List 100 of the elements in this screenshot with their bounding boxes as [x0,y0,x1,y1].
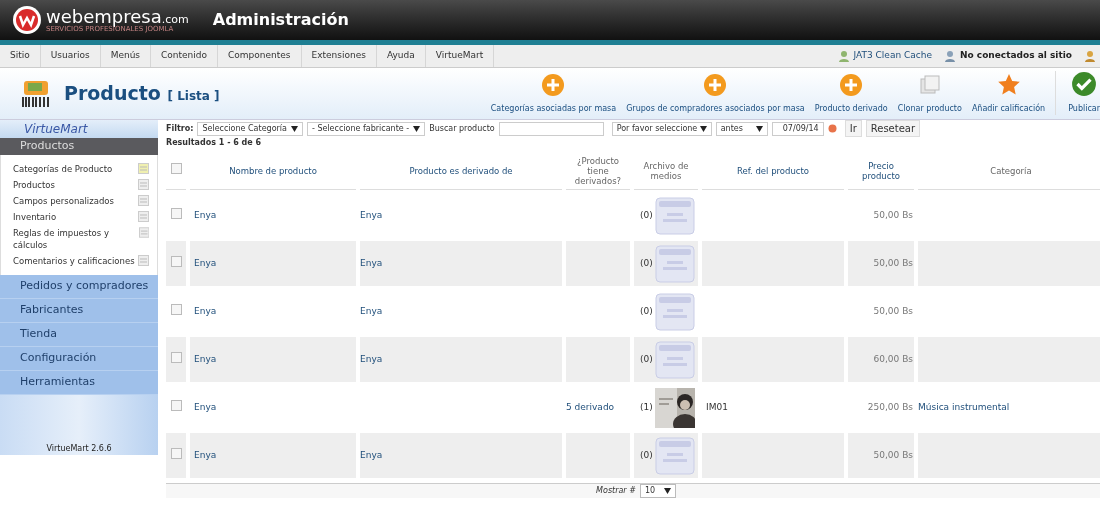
column-header[interactable]: Ref. del producto [702,152,844,190]
image-placeholder-icon [654,340,695,379]
search-field[interactable] [498,121,604,136]
page-title: Producto [ Lista ] [64,81,220,107]
toolbar-button[interactable]: Clonar producto [897,73,962,115]
sidebar-item[interactable]: Categorías de Producto [13,162,113,175]
toolbar-button[interactable]: Categorías asociadas por masa [490,73,617,115]
media-count: (0) [640,208,653,222]
sidebar-section[interactable]: Configuración [0,346,158,371]
column-header[interactable]: Categoría [918,152,1100,190]
toolbar-button[interactable]: Publicar [1055,71,1100,115]
go-button[interactable]: Ir [844,120,862,137]
sidebar-item[interactable]: Comentarios y calificaciones [13,254,135,267]
sidebar-item[interactable]: Inventario [13,210,57,223]
column-header[interactable]: Nombre de producto [190,152,356,190]
sidebar-section[interactable]: Herramientas [0,370,158,395]
clear-icon[interactable] [827,124,837,133]
menu-item[interactable]: Usuarios [40,45,101,67]
toolbar-button[interactable]: Añadir calificación [971,73,1046,115]
checkbox[interactable] [170,207,182,219]
list-icon [138,254,149,266]
menu-item[interactable]: Menús [100,45,152,67]
list-icon [138,162,149,174]
page-size-select[interactable]: 10 [639,484,676,498]
price-cell: 60,00 Bs [848,337,914,382]
media-count: (1) [640,400,653,414]
checkmark-icon [1071,71,1098,97]
menu-item[interactable]: Ayuda [376,45,426,67]
toolbar-button[interactable]: Producto derivado [814,73,888,115]
menu-item[interactable]: Sitio [0,45,41,67]
checkbox[interactable] [170,255,182,267]
results-count: Resultados 1 - 6 de 6 [166,137,263,149]
sidebar-section[interactable]: Fabricantes [0,298,158,323]
brand-name: webempresa.com [46,7,189,26]
manufacturer-select[interactable]: - Seleccione fabricante - [306,121,426,136]
checkbox[interactable] [170,351,182,363]
menu-item[interactable]: VirtueMart [425,45,495,67]
user-icon [1084,50,1096,62]
users-online-status: No conectados al sitio [960,49,1072,63]
list-icon [138,178,149,190]
sidebar-section[interactable]: Pedidos y compradores [0,274,158,299]
filter-label: Filtro: [166,122,194,135]
plus-icon [839,73,864,97]
checkbox[interactable] [170,447,182,459]
sidebar-item[interactable]: Productos [13,178,55,191]
user-icon [944,50,956,62]
caret-icon [699,125,707,132]
sidebar-item[interactable]: Reglas de impuestos y cálculos [13,226,139,251]
menu-item[interactable]: Componentes [218,45,302,67]
image-placeholder-icon [654,292,695,331]
derived-from-cell[interactable]: Enya [360,433,562,478]
sidebar-item[interactable]: Campos personalizados [13,194,114,207]
sidebar-section[interactable]: Tienda [0,322,158,347]
derived-from-cell[interactable]: Enya [360,337,562,382]
logo-icon [12,5,42,35]
list-icon [138,194,149,206]
product-name-cell[interactable]: Enya [190,337,356,382]
price-cell: 50,00 Bs [848,241,914,286]
search-label: Buscar producto [429,122,495,135]
product-name-cell[interactable]: Enya [190,241,356,286]
caret-icon [290,125,298,132]
product-name-cell[interactable]: Enya [190,433,356,478]
column-header[interactable]: Precio producto [848,152,914,190]
barcode-box-icon [20,78,52,109]
image-placeholder-icon [654,436,695,475]
admin-title: Administración [212,9,349,31]
menu-item[interactable]: Contenido [151,45,219,67]
derived-from-cell[interactable]: Enya [360,241,562,286]
media-count: (0) [640,304,653,318]
toolbar-button[interactable]: Grupos de compradores asociados por masa [626,73,805,115]
image-placeholder-icon [654,196,695,235]
image-placeholder-icon [654,244,695,283]
clean-cache-link[interactable]: JAT3 Clean Cache [853,49,932,63]
media-count: (0) [640,352,653,366]
checkbox[interactable] [170,162,182,174]
checkbox[interactable] [170,303,182,315]
date-option-select[interactable]: Por favor seleccione [611,121,712,136]
list-icon [138,210,149,222]
menu-item[interactable]: Extensiones [301,45,377,67]
price-cell: 50,00 Bs [848,433,914,478]
documents-icon [917,73,942,97]
checkbox[interactable] [170,399,182,411]
pagination-label: Mostrar # [596,485,636,497]
caret-icon [413,125,421,132]
column-header: ¿Producto tiene derivados? [566,152,630,190]
caret-icon [663,488,671,494]
star-icon [996,73,1021,97]
plus-icon [541,73,566,97]
reset-button[interactable]: Resetear [865,120,921,137]
sidebar-logo: VirtueMart [24,121,88,138]
sidebar-section-header[interactable]: Productos [0,138,158,155]
media-count: (0) [640,256,653,270]
when-select[interactable]: antes [715,121,768,136]
plus-icon [703,73,728,97]
date-field[interactable]: 07/09/14 [771,121,824,136]
column-header: Archivo de medios [634,152,698,190]
caret-icon [755,125,763,132]
list-icon [138,226,149,238]
column-header[interactable]: Producto es derivado de [360,152,562,190]
category-select[interactable]: Seleccione Categoría [197,121,303,136]
